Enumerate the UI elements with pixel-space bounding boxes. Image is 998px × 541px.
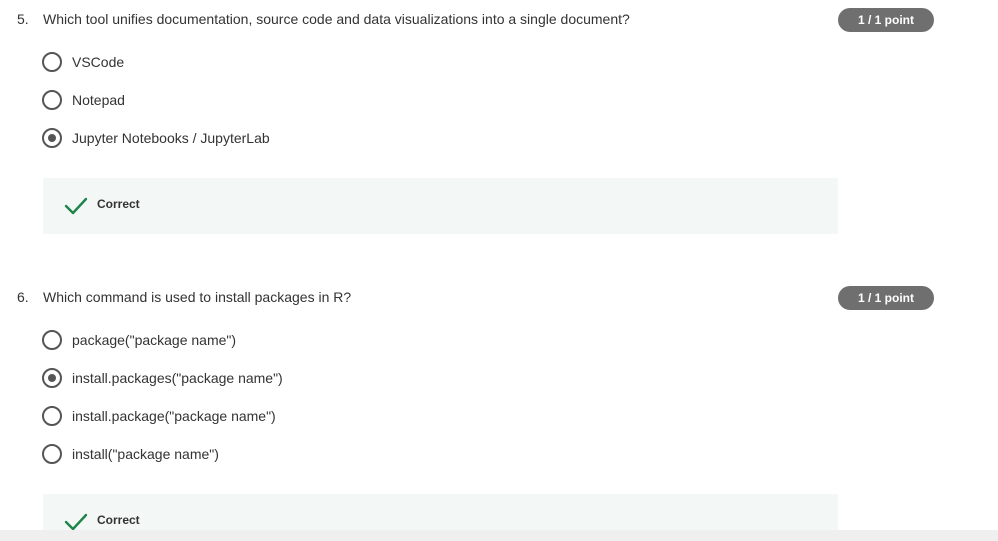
option-install-packages[interactable]: install.packages("package name") [42,367,283,389]
option-label: Notepad [72,92,125,108]
question-number: 5. [17,11,29,27]
radio-icon[interactable] [42,90,62,110]
radio-icon[interactable] [42,368,62,388]
feedback-box: Correct [43,178,838,234]
option-jupyter[interactable]: Jupyter Notebooks / JupyterLab [42,127,270,149]
radio-icon[interactable] [42,444,62,464]
option-label: Jupyter Notebooks / JupyterLab [72,130,270,146]
check-icon [64,513,88,531]
radio-icon[interactable] [42,52,62,72]
option-vscode[interactable]: VSCode [42,51,124,73]
check-icon [64,197,88,215]
points-badge: 1 / 1 point [838,286,934,310]
option-install-package[interactable]: install.package("package name") [42,405,276,427]
question-number: 6. [17,289,29,305]
option-label: install("package name") [72,446,219,462]
option-notepad[interactable]: Notepad [42,89,125,111]
feedback-label: Correct [97,197,140,211]
question-text: Which command is used to install package… [43,289,352,305]
option-package[interactable]: package("package name") [42,329,236,351]
option-label: VSCode [72,54,125,70]
radio-icon[interactable] [42,406,62,426]
feedback-label: Correct [97,513,140,527]
radio-icon[interactable] [42,330,62,350]
radio-icon[interactable] [42,128,62,148]
question-text: Which tool unifies documentation, source… [43,11,630,27]
option-install[interactable]: install("package name") [42,443,219,465]
option-label: package("package name") [72,332,237,348]
bottom-bar [0,530,998,541]
option-label: install.packages("package name") [72,370,283,386]
quiz-page: 5. Which tool unifies documentation, sou… [0,0,998,541]
points-badge: 1 / 1 point [838,8,934,32]
option-label: install.package("package name") [72,408,276,424]
